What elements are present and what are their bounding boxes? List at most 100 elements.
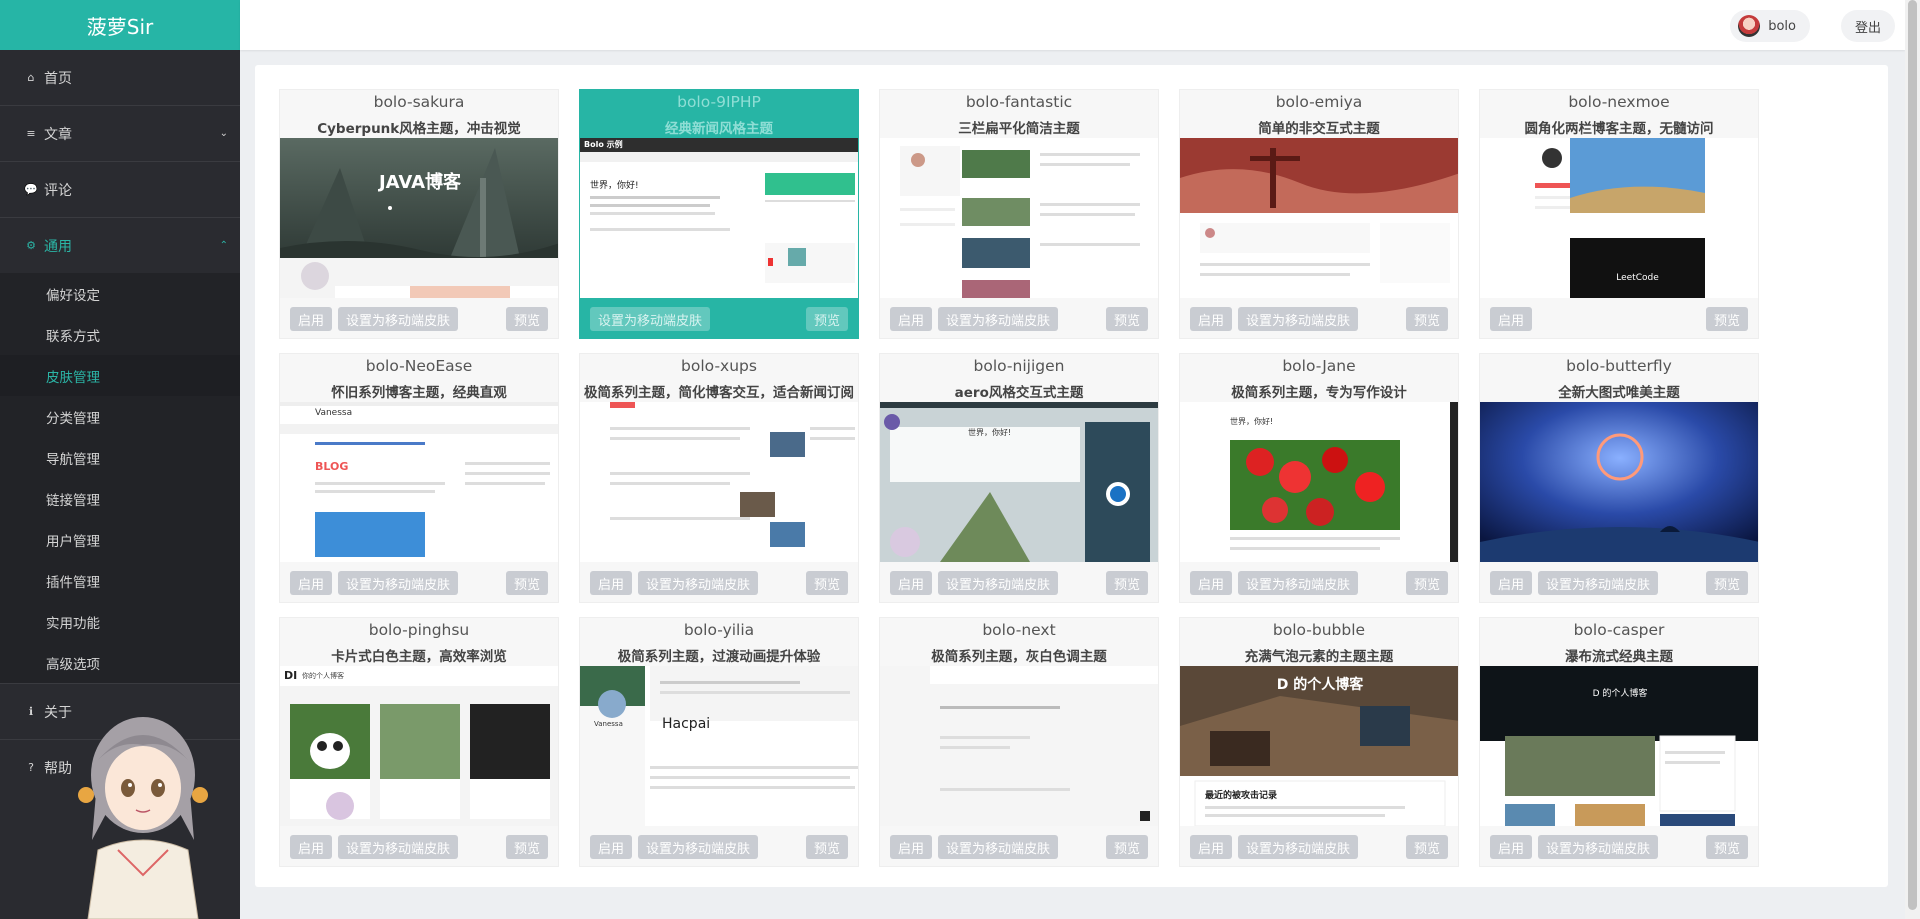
enable-button[interactable]: 启用 <box>1490 571 1533 595</box>
set-mobile-skin-button[interactable]: 设置为移动端皮肤 <box>338 835 459 859</box>
nav-home[interactable]: ⌂ 首页 <box>0 50 240 105</box>
skin-preview-image: D 的个人博客 最近的被攻击记录 <box>1180 666 1458 826</box>
logout-button[interactable]: 登出 <box>1840 10 1895 42</box>
skin-actions: 启用 设置为移动端皮肤 预览 <box>590 835 848 859</box>
set-mobile-skin-button[interactable]: 设置为移动端皮肤 <box>590 307 711 331</box>
scrollbar[interactable] <box>1905 0 1920 919</box>
preview-title: D 的个人博客 <box>1592 689 1648 699</box>
preview-button[interactable]: 预览 <box>1105 835 1148 859</box>
skin-preview-image: Vanessa Hacpai <box>580 666 858 826</box>
set-mobile-skin-button[interactable]: 设置为移动端皮肤 <box>1238 835 1359 859</box>
skin-desc: 极简系列主题，专为写作设计 <box>1231 385 1407 401</box>
set-mobile-skin-button[interactable]: 设置为移动端皮肤 <box>1238 307 1359 331</box>
sub-plugins[interactable]: 插件管理 <box>0 560 240 601</box>
sub-users[interactable]: 用户管理 <box>0 519 240 560</box>
set-mobile-skin-button[interactable]: 设置为移动端皮肤 <box>1538 571 1659 595</box>
enable-button[interactable]: 启用 <box>890 835 933 859</box>
enable-button[interactable]: 启用 <box>890 571 933 595</box>
nav-general[interactable]: ⚙ 通用 ⌃ <box>0 218 240 273</box>
skin-preview-image: DI 你的个人博客 <box>280 666 558 826</box>
skin-desc: 卡片式白色主题，高效率浏览 <box>331 649 507 665</box>
enable-button[interactable]: 启用 <box>290 307 333 331</box>
skin-actions: 启用 设置为移动端皮肤 预览 <box>290 571 548 595</box>
preview-button[interactable]: 预览 <box>1705 835 1748 859</box>
skin-preview-image: 世界，你好! <box>880 402 1158 562</box>
preview-button[interactable]: 预览 <box>1405 835 1448 859</box>
skin-name: bolo-9IPHP <box>677 93 761 111</box>
preview-button[interactable]: 预览 <box>1405 307 1448 331</box>
enable-button[interactable]: 启用 <box>1490 307 1533 331</box>
preview-blog: BLOG <box>315 460 349 473</box>
enable-button[interactable]: 启用 <box>590 571 633 595</box>
preview-button[interactable]: 预览 <box>805 835 848 859</box>
skin-card: bolo-casper 瀑布流式经典主题 D 的个人博客 启用 设置为移动端皮肤… <box>1479 617 1759 867</box>
set-mobile-skin-button[interactable]: 设置为移动端皮肤 <box>638 571 759 595</box>
skin-preview-image <box>880 666 1158 826</box>
skin-card-current: bolo-9IPHP 经典新闻风格主题 Bolo 示例 世界，你好! 设置为移动… <box>579 89 859 339</box>
preview-button[interactable]: 预览 <box>1105 307 1148 331</box>
skin-card: bolo-emiya 简单的非交互式主题 启用 设置为移动端皮肤 预览 <box>1179 89 1459 339</box>
sub-contact[interactable]: 联系方式 <box>0 314 240 355</box>
set-mobile-skin-button[interactable]: 设置为移动端皮肤 <box>338 307 459 331</box>
skin-actions: 启用 设置为移动端皮肤 预览 <box>290 835 548 859</box>
set-mobile-skin-button[interactable]: 设置为移动端皮肤 <box>938 571 1059 595</box>
user-menu[interactable]: bolo <box>1730 10 1810 42</box>
skin-card: bolo-xups 极简系列主题，简化博客交互，适合新闻订阅 启用 设置为移动端… <box>579 353 859 603</box>
set-mobile-skin-button[interactable]: 设置为移动端皮肤 <box>1238 571 1359 595</box>
set-mobile-skin-button[interactable]: 设置为移动端皮肤 <box>338 571 459 595</box>
preview-button[interactable]: 预览 <box>1405 571 1448 595</box>
preview-button[interactable]: 预览 <box>505 835 548 859</box>
preview-button[interactable]: 预览 <box>505 307 548 331</box>
username: bolo <box>1768 18 1796 34</box>
skin-actions: 启用 设置为移动端皮肤 预览 <box>890 835 1148 859</box>
skin-actions: 设置为移动端皮肤 预览 <box>590 307 848 331</box>
enable-button[interactable]: 启用 <box>1190 307 1233 331</box>
enable-button[interactable]: 启用 <box>1190 571 1233 595</box>
skin-name: bolo-emiya <box>1275 93 1363 111</box>
skin-card: bolo-pinghsu 卡片式白色主题，高效率浏览 DI 你的个人博客 启用 … <box>279 617 559 867</box>
set-mobile-skin-button[interactable]: 设置为移动端皮肤 <box>938 307 1059 331</box>
preview-button[interactable]: 预览 <box>1705 307 1748 331</box>
sub-preferences[interactable]: 偏好设定 <box>0 273 240 314</box>
skin-preview-image <box>1180 138 1458 298</box>
home-icon: ⌂ <box>27 71 35 84</box>
set-mobile-skin-button[interactable]: 设置为移动端皮肤 <box>938 835 1059 859</box>
sub-advanced[interactable]: 高级选项 <box>0 642 240 683</box>
enable-button[interactable]: 启用 <box>1490 835 1533 859</box>
sub-links[interactable]: 链接管理 <box>0 478 240 519</box>
skin-desc: 全新大图式唯美主题 <box>1558 385 1680 401</box>
nav-comments[interactable]: 💬 评论 <box>0 162 240 217</box>
enable-button[interactable]: 启用 <box>290 571 333 595</box>
skin-preview-image: JAVA博客 <box>280 138 558 298</box>
nav-articles[interactable]: ≡ 文章 ⌄ <box>0 106 240 161</box>
scrollbar-thumb[interactable] <box>1908 0 1917 910</box>
preview-logo: DI <box>284 669 298 682</box>
skin-name: bolo-butterfly <box>1566 357 1672 375</box>
enable-button[interactable]: 启用 <box>890 307 933 331</box>
skin-desc: 三栏扁平化简洁主题 <box>958 121 1080 137</box>
sub-tools[interactable]: 实用功能 <box>0 601 240 642</box>
preview-button[interactable]: 预览 <box>805 307 848 331</box>
sub-categories[interactable]: 分类管理 <box>0 396 240 437</box>
enable-button[interactable]: 启用 <box>290 835 333 859</box>
set-mobile-skin-button[interactable]: 设置为移动端皮肤 <box>638 835 759 859</box>
sub-navigation[interactable]: 导航管理 <box>0 437 240 478</box>
preview-logo: Bolo 示例 <box>584 140 623 149</box>
preview-button[interactable]: 预览 <box>805 571 848 595</box>
skin-card: bolo-yilia 极简系列主题，过渡动画提升体验 Vanessa Hacpa… <box>579 617 859 867</box>
skin-name: bolo-next <box>982 621 1056 639</box>
skin-desc: Cyberpunk风格主题，冲击视觉 <box>317 121 521 137</box>
skin-card: bolo-bubble 充满气泡元素的主题主题 D 的个人博客 最近的被攻击记录… <box>1179 617 1459 867</box>
gear-icon: ⚙ <box>26 239 36 252</box>
skin-preview-image <box>1480 402 1758 562</box>
skin-card: bolo-Jane 极简系列主题，专为写作设计 世界，你好! 启用 设置为移动端… <box>1179 353 1459 603</box>
preview-button[interactable]: 预览 <box>1705 571 1748 595</box>
sub-skins[interactable]: 皮肤管理 <box>0 355 240 396</box>
skin-preview-image <box>880 138 1158 298</box>
preview-button[interactable]: 预览 <box>505 571 548 595</box>
enable-button[interactable]: 启用 <box>590 835 633 859</box>
enable-button[interactable]: 启用 <box>1190 835 1233 859</box>
brand-logo[interactable]: 菠萝Sir <box>0 0 240 50</box>
set-mobile-skin-button[interactable]: 设置为移动端皮肤 <box>1538 835 1659 859</box>
preview-button[interactable]: 预览 <box>1105 571 1148 595</box>
